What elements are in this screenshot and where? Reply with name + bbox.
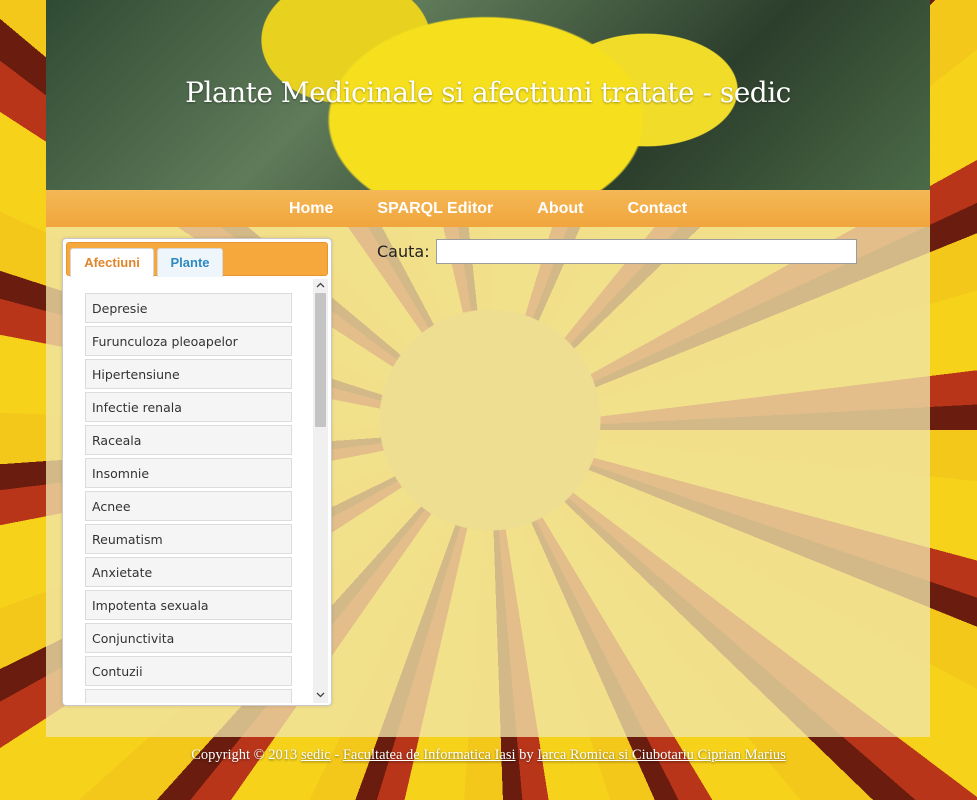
footer: Copyright © 2013 sedic - Facultatea de I… <box>0 747 977 764</box>
list-item[interactable]: Contuzii <box>85 656 292 686</box>
main-nav: Home SPARQL Editor About Contact <box>46 190 930 227</box>
main-content: Afectiuni Plante Depresie Furunculoza pl… <box>46 227 930 737</box>
list-item[interactable]: Raceala <box>85 425 292 455</box>
nav-home[interactable]: Home <box>267 200 355 218</box>
tabs-header: Afectiuni Plante <box>66 242 328 277</box>
tab-afectiuni[interactable]: Afectiuni <box>70 248 154 277</box>
afectiuni-list: Depresie Furunculoza pleoapelor Hiperten… <box>85 293 292 703</box>
list-item[interactable]: Anxietate <box>85 557 292 587</box>
footer-link-faculty[interactable]: Facultatea de Informatica Iasi <box>343 747 516 763</box>
footer-link-authors[interactable]: Iarca Romica si Ciubotariu Ciprian Mariu… <box>537 747 785 763</box>
list-item[interactable]: Insomnie <box>85 458 292 488</box>
nav-sparql-editor[interactable]: SPARQL Editor <box>355 200 515 218</box>
list-item[interactable]: Hipertensiune <box>85 359 292 389</box>
list-item[interactable] <box>85 689 292 703</box>
header-banner: Plante Medicinale si afectiuni tratate -… <box>46 0 930 190</box>
list-item[interactable]: Acnee <box>85 491 292 521</box>
tabs-panel: Afectiuni Plante Depresie Furunculoza pl… <box>62 238 332 706</box>
list-item[interactable]: Depresie <box>85 293 292 323</box>
list-item[interactable]: Conjunctivita <box>85 623 292 653</box>
nav-about[interactable]: About <box>515 200 605 218</box>
footer-separator: - <box>334 747 340 763</box>
footer-by: by <box>519 747 534 763</box>
list-item[interactable]: Infectie renala <box>85 392 292 422</box>
chevron-down-icon[interactable] <box>313 689 328 703</box>
afectiuni-list-area[interactable]: Depresie Furunculoza pleoapelor Hiperten… <box>63 279 331 703</box>
list-scrollbar[interactable] <box>313 279 328 703</box>
footer-copyright: Copyright © 2013 <box>191 747 298 763</box>
tab-plante[interactable]: Plante <box>157 248 223 277</box>
list-item[interactable]: Impotenta sexuala <box>85 590 292 620</box>
scrollbar-thumb[interactable] <box>315 293 326 427</box>
site-title: Plante Medicinale si afectiuni tratate -… <box>185 76 791 109</box>
search-label: Cauta: <box>377 242 430 261</box>
list-item[interactable]: Furunculoza pleoapelor <box>85 326 292 356</box>
search-row: Cauta: <box>377 239 857 264</box>
chevron-up-icon[interactable] <box>313 279 328 293</box>
search-input[interactable] <box>435 239 857 264</box>
nav-contact[interactable]: Contact <box>605 200 709 218</box>
footer-link-sedic[interactable]: sedic <box>301 747 331 763</box>
page-wrapper: Plante Medicinale si afectiuni tratate -… <box>46 0 930 737</box>
list-item[interactable]: Reumatism <box>85 524 292 554</box>
